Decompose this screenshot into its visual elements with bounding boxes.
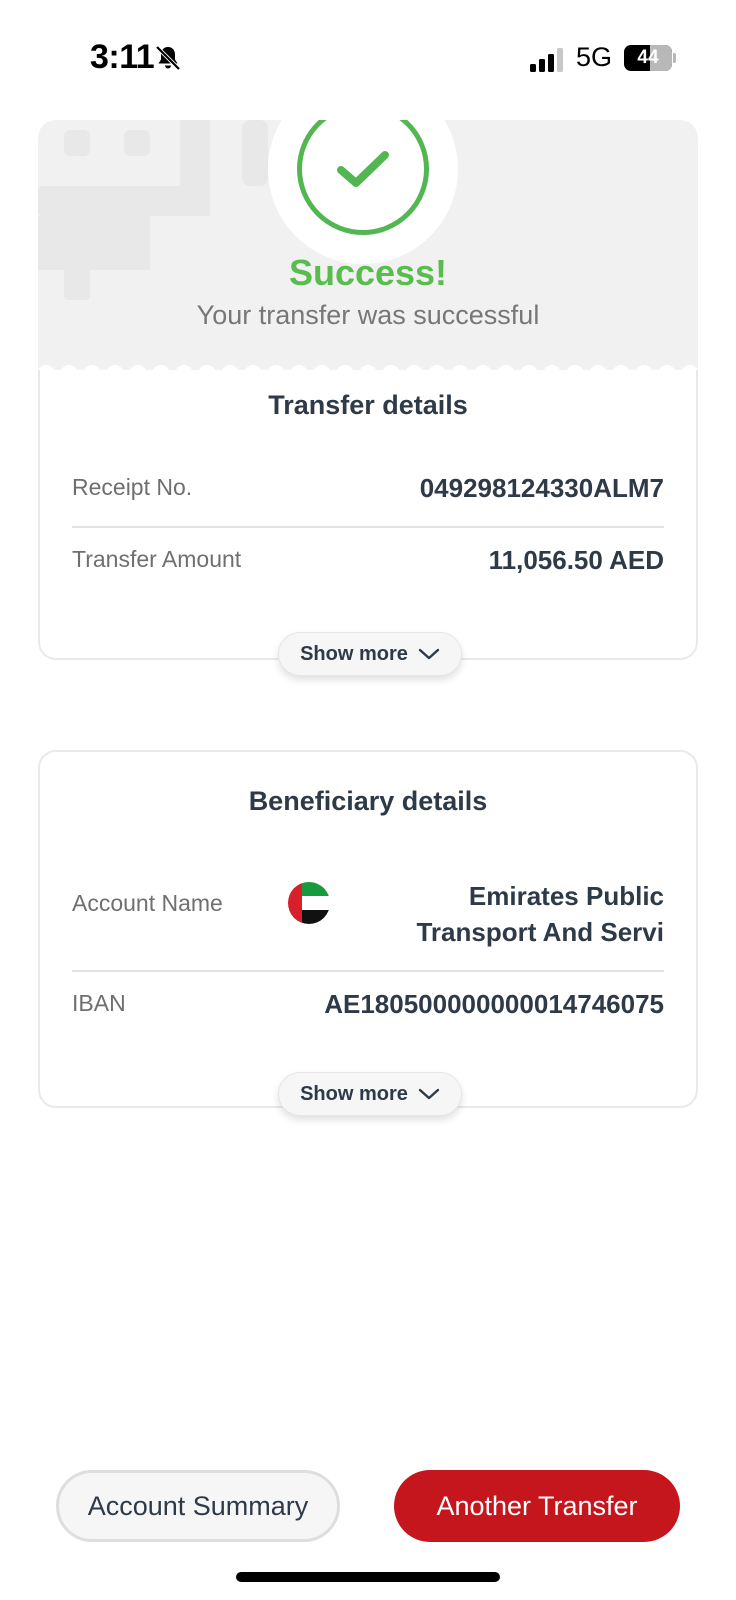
status-bar: 3:11 5G 44 <box>0 0 736 118</box>
account-name-line-1: Emirates Public <box>468 881 664 911</box>
success-subtitle: Your transfer was successful <box>196 300 540 330</box>
checkmark-icon <box>337 151 389 187</box>
another-transfer-button[interactable]: Another Transfer <box>394 1470 680 1542</box>
transfer-amount-label: Transfer Amount <box>72 546 242 572</box>
home-indicator <box>236 1572 500 1582</box>
uae-flag-icon <box>288 882 330 924</box>
chevron-down-icon <box>418 648 440 660</box>
beneficiary-show-more-button[interactable]: Show more <box>278 1072 462 1116</box>
iban-label: IBAN <box>72 990 126 1016</box>
show-more-label: Show more <box>300 642 408 665</box>
receipt-label: Receipt No. <box>72 474 193 500</box>
account-name-label: Account Name <box>72 890 223 916</box>
transfer-show-more-button[interactable]: Show more <box>278 632 462 676</box>
transfer-details-card: Transfer details Receipt No. 04929812433… <box>38 370 698 676</box>
divider <box>72 970 664 972</box>
signal-icon <box>530 48 563 72</box>
battery-level: 44 <box>637 47 659 68</box>
battery-tip <box>673 53 676 63</box>
bell-slash-icon <box>155 45 181 71</box>
account-summary-button[interactable]: Account Summary <box>56 1470 340 1542</box>
network-type: 5G <box>576 42 613 72</box>
account-name-line-2: Transport And Servi <box>416 917 664 947</box>
receipt-value: 049298124330ALM7 <box>419 473 664 503</box>
transfer-details-title: Transfer details <box>268 390 468 420</box>
iban-value: AE180500000000014746075 <box>324 989 664 1019</box>
battery-icon: 44 <box>624 45 672 71</box>
transfer-amount-value: 11,056.50 AED <box>488 545 664 575</box>
show-more-label: Show more <box>300 1082 408 1105</box>
status-time: 3:11 <box>90 38 155 76</box>
account-name-value: Emirates Public Transport And Servi <box>416 878 664 950</box>
divider <box>72 526 664 528</box>
success-hero <box>38 120 698 370</box>
beneficiary-details-card: Beneficiary details Account Name Emirate… <box>38 750 698 1116</box>
beneficiary-details-title: Beneficiary details <box>248 786 488 816</box>
success-title: Success! <box>288 252 448 293</box>
chevron-down-icon <box>418 1088 440 1100</box>
